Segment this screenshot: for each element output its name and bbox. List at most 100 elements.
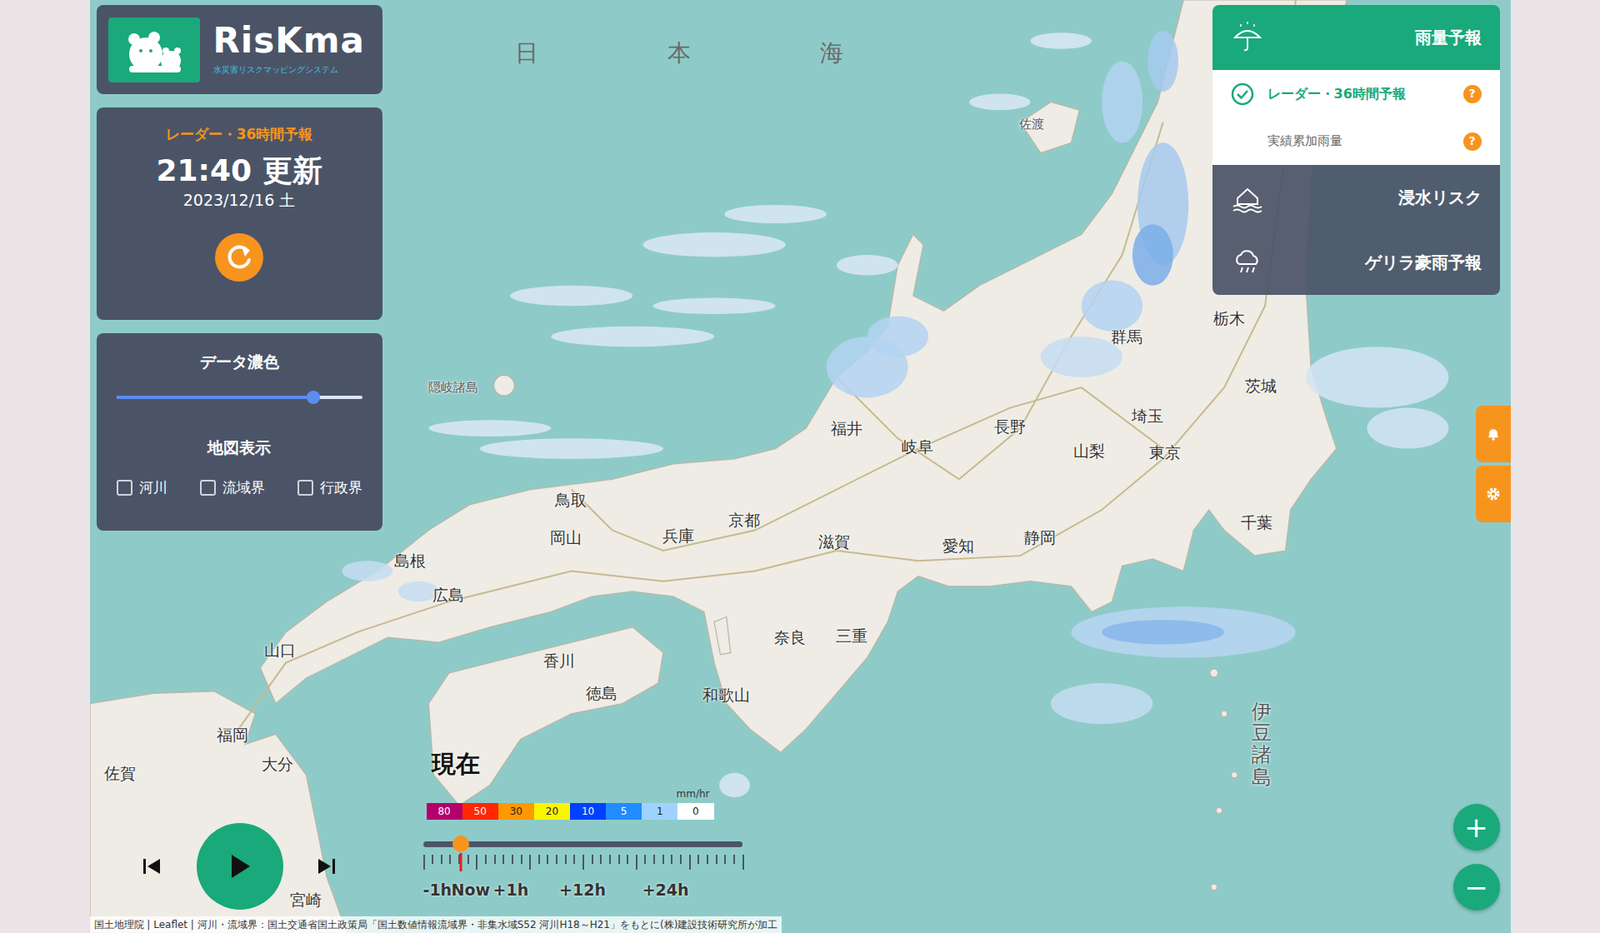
zoom-out-button[interactable]: −	[1453, 864, 1500, 911]
time-label: Now	[451, 878, 491, 903]
update-time: 21:40 更新	[155, 152, 322, 189]
time-tick	[520, 855, 523, 865]
legend-value: 5	[620, 805, 628, 818]
map-label: 京都	[728, 511, 760, 530]
check-icon	[1230, 130, 1255, 154]
layer-checkbox[interactable]: 河川	[116, 477, 168, 500]
time-tick	[485, 855, 487, 865]
time-tick	[555, 855, 558, 865]
time-tick	[494, 855, 496, 865]
time-tick	[591, 855, 594, 865]
opacity-title: データ濃色	[116, 350, 363, 375]
checkbox[interactable]	[116, 480, 133, 496]
map-label: 広島	[432, 585, 465, 604]
option-label: レーダー・36時間予報	[1267, 84, 1450, 105]
display-panel: データ濃色地図表示河川 流域界 行政界	[96, 333, 383, 531]
help-button[interactable]: ?	[1463, 85, 1482, 104]
legend-value: 20	[545, 805, 559, 818]
map-label: 愛知	[942, 536, 975, 555]
time-tick	[449, 855, 451, 865]
time-tick	[706, 855, 709, 865]
time-tick	[529, 855, 531, 870]
help-button[interactable]: ?	[1463, 132, 1482, 151]
time-tick	[440, 855, 443, 865]
update-panel: レーダー・36時間予報21:40 更新2023/12/16 土	[96, 107, 383, 320]
previous-icon[interactable]	[141, 856, 162, 877]
rain-legend: 8050 30 20 10 5 10	[426, 803, 715, 820]
legend-cell: 0	[677, 803, 714, 820]
zoom-controls: +−	[1453, 804, 1500, 911]
map-label: 滋賀	[818, 532, 850, 550]
time-tick	[618, 855, 620, 865]
time-tick	[431, 855, 434, 865]
time-tick	[733, 855, 735, 865]
legend-cell: 50	[462, 803, 499, 820]
legend-cell: 80	[426, 803, 463, 820]
map-label: 島根	[394, 552, 426, 570]
play-icon[interactable]	[225, 851, 255, 882]
logo-text: RisKma	[213, 23, 365, 59]
menu-item[interactable]: ゲリラ豪雨予報	[1212, 230, 1500, 295]
time-tick	[670, 855, 673, 865]
gear-icon[interactable]	[1485, 485, 1502, 503]
layer-list: 河川 流域界 行政界	[116, 477, 363, 500]
time-tick	[680, 855, 682, 865]
map-label: 日本海	[515, 40, 973, 67]
map-label: 群馬	[1110, 327, 1143, 345]
time-tick	[573, 855, 575, 865]
time-tick	[715, 855, 718, 865]
map-label: 三重	[835, 626, 868, 645]
time-tick	[609, 855, 611, 865]
menu-item[interactable]: 浸水リスク	[1212, 165, 1500, 230]
next-icon[interactable]	[316, 856, 337, 877]
cloud-rain-icon	[1230, 245, 1265, 280]
logo-panel: RisKma水災害リスクマッピングシステム	[96, 5, 383, 95]
opacity-slider[interactable]	[116, 395, 363, 400]
layer-label: 流域界	[222, 477, 265, 500]
time-thumb[interactable]	[452, 835, 470, 853]
refresh-button[interactable]	[215, 233, 264, 282]
refresh-icon[interactable]	[225, 243, 254, 272]
map-label: 隠岐諸島	[428, 380, 479, 395]
time-tick	[502, 855, 505, 865]
map[interactable]: 日本海佐渡隠岐諸島福井岐阜長野群馬栃木茨城埼玉山梨東京千葉静岡愛知滋賀京都兵庫鳥…	[90, 0, 1511, 933]
time-tick	[626, 855, 629, 865]
zoom-in-button[interactable]: +	[1453, 804, 1500, 851]
map-label: 山梨	[1073, 442, 1105, 460]
map-label: 山口	[264, 640, 296, 659]
map-label: 鳥取	[555, 490, 587, 509]
layer-checkbox[interactable]: 流域界	[200, 477, 265, 500]
legend-value: 30	[510, 805, 523, 818]
bell-icon[interactable]	[1485, 426, 1502, 442]
time-label: -1h	[423, 878, 453, 903]
time-tick	[582, 855, 585, 870]
update-date: 2023/12/16 土	[183, 188, 296, 213]
legend-value: 1	[656, 805, 664, 818]
play-button[interactable]	[196, 823, 284, 910]
map-label: 福岡	[216, 726, 249, 745]
time-label: +24h	[642, 878, 690, 903]
notification-tab[interactable]	[1475, 405, 1511, 463]
attribution: 国土地理院 | Leaflet | 河川・流域界：国土交通省国土政策局「国土数値…	[90, 916, 783, 933]
checkbox[interactable]	[297, 480, 314, 496]
time-tick	[565, 855, 567, 865]
legend-cell: 10	[570, 803, 606, 820]
menu-option[interactable]: 実績累加雨量?	[1212, 117, 1500, 165]
menu-item-label: 浸水リスク	[1398, 185, 1482, 210]
time-tick	[653, 855, 655, 865]
legend-cell: 5	[605, 803, 642, 820]
checkbox[interactable]	[200, 480, 216, 496]
layer-checkbox[interactable]: 行政界	[297, 477, 363, 500]
settings-tab[interactable]	[1475, 465, 1511, 523]
map-label: 大分	[261, 755, 294, 773]
check-icon	[1230, 82, 1255, 106]
menu-header[interactable]: 雨量予報	[1212, 5, 1500, 70]
time-slider[interactable]: -1hNow+1h+12h+24h	[423, 841, 743, 909]
map-display-title: 地図表示	[116, 435, 363, 460]
map-label: 香川	[543, 652, 575, 670]
opacity-fill	[116, 395, 314, 400]
layer-label: 河川	[139, 477, 168, 500]
menu-option[interactable]: レーダー・36時間予報?	[1212, 70, 1500, 118]
time-tick	[546, 855, 549, 865]
opacity-thumb[interactable]	[306, 390, 320, 405]
